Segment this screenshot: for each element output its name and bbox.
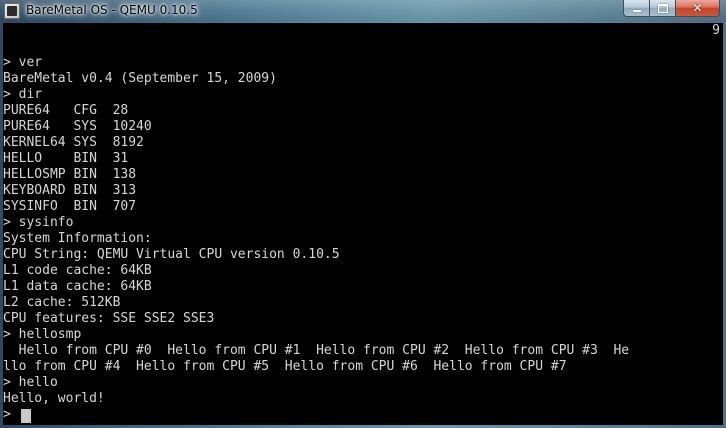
console-line: L1 code cache: 64KB	[3, 263, 152, 278]
close-icon: ✕	[692, 1, 703, 15]
console-line: L2 cache: 512KB	[3, 295, 121, 310]
console-line: KERNEL64 SYS 8192	[3, 135, 144, 150]
text-cursor	[21, 409, 31, 423]
console-line: KEYBOARD BIN 313	[3, 183, 137, 198]
console-line: System Information:	[3, 231, 152, 246]
corner-counter: 9	[712, 23, 720, 38]
console-line: llo from CPU #4 Hello from CPU #5 Hello …	[3, 359, 567, 374]
close-button[interactable]: ✕	[676, 0, 720, 17]
console-line: > ver	[3, 55, 43, 70]
maximize-icon	[657, 3, 668, 13]
console-line: > sysinfo	[3, 215, 74, 230]
qemu-app-icon[interactable]	[4, 3, 20, 19]
console-line: BareMetal v0.4 (September 15, 2009)	[3, 71, 277, 86]
window-controls: ✕	[623, 0, 720, 18]
console-line: CPU features: SSE SSE2 SSE3	[3, 311, 215, 326]
console-line: HELLOSMP BIN 138	[3, 167, 137, 182]
console-line: > hellosmp	[3, 327, 82, 342]
console-line: CPU String: QEMU Virtual CPU version 0.1…	[3, 247, 340, 262]
console-prompt-line[interactable]: >	[3, 407, 19, 423]
console-line: > hello	[3, 375, 58, 390]
minimize-button[interactable]	[623, 0, 650, 17]
window-title: BareMetal OS - QEMU 0.10.5	[26, 3, 198, 17]
console-line: L1 data cache: 64KB	[3, 279, 152, 294]
console-line: PURE64 SYS 10240	[3, 119, 152, 134]
console-line: HELLO BIN 31	[3, 151, 129, 166]
console-line: > dir	[3, 87, 43, 102]
minimize-icon	[632, 10, 641, 12]
qemu-window: BareMetal OS - QEMU 0.10.5 ✕ 9 > ver Bar…	[0, 0, 726, 428]
title-bar[interactable]: BareMetal OS - QEMU 0.10.5 ✕	[0, 0, 726, 22]
terminal-screen[interactable]: 9 > ver BareMetal v0.4 (September 15, 20…	[3, 23, 723, 425]
console-line: Hello from CPU #0 Hello from CPU #1 Hell…	[3, 343, 630, 358]
maximize-button[interactable]	[650, 0, 676, 17]
console-line: PURE64 CFG 28	[3, 103, 129, 118]
console-line: SYSINFO BIN 707	[3, 199, 137, 214]
console-line: Hello, world!	[3, 391, 105, 406]
